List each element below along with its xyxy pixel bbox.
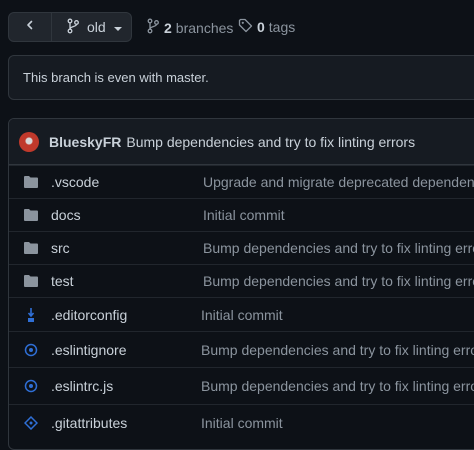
- eslint-file-icon: [23, 342, 39, 358]
- branches-count: 2: [164, 19, 172, 36]
- file-row[interactable]: test Bump dependencies and try to fix li…: [9, 264, 474, 297]
- latest-commit-header: BlueskyFR Bump dependencies and try to f…: [9, 119, 474, 165]
- back-button[interactable]: [9, 13, 52, 41]
- file-commit-message[interactable]: Bump dependencies and try to fix linting…: [203, 273, 474, 289]
- eslint-file-icon: [23, 378, 39, 394]
- git-file-icon: [23, 415, 39, 431]
- file-row[interactable]: .eslintrc.js Bump dependencies and try t…: [9, 367, 474, 404]
- tags-link[interactable]: 0 tags: [238, 18, 295, 36]
- editorconfig-file-icon: [23, 307, 39, 323]
- branches-label: branches: [175, 19, 234, 36]
- chevron-left-icon: [24, 18, 36, 36]
- branch-name: old: [87, 19, 106, 35]
- file-row[interactable]: .editorconfig Initial commit: [9, 297, 474, 331]
- branch-select-button[interactable]: old: [52, 13, 131, 41]
- file-name[interactable]: .editorconfig: [51, 307, 127, 323]
- file-commit-message[interactable]: Initial commit: [203, 207, 285, 223]
- file-row[interactable]: .vscode Upgrade and migrate deprecated d…: [9, 165, 474, 198]
- git-branch-icon: [66, 18, 80, 37]
- file-name[interactable]: .eslintignore: [51, 342, 127, 358]
- file-name[interactable]: .vscode: [51, 174, 99, 190]
- file-row[interactable]: .gitattributes Initial commit: [9, 404, 474, 441]
- branch-nav-group: old: [8, 12, 132, 42]
- commit-author[interactable]: BlueskyFR: [49, 134, 121, 150]
- commit-message[interactable]: Bump dependencies and try to fix linting…: [126, 134, 415, 150]
- file-commit-message[interactable]: Bump dependencies and try to fix linting…: [201, 378, 474, 394]
- tags-label: tags: [268, 19, 296, 35]
- file-commit-message[interactable]: Initial commit: [201, 415, 283, 431]
- file-row[interactable]: src Bump dependencies and try to fix lin…: [9, 231, 474, 264]
- tags-count: 0: [257, 19, 265, 35]
- branch-status-box: This branch is even with master.: [8, 55, 474, 100]
- file-row[interactable]: docs Initial commit: [9, 198, 474, 231]
- branch-toolbar: old 2 branches 0 tags: [0, 0, 474, 52]
- folder-icon: [23, 207, 39, 223]
- avatar[interactable]: [19, 131, 39, 152]
- folder-icon: [23, 273, 39, 289]
- file-name[interactable]: docs: [51, 207, 81, 223]
- branches-link[interactable]: 2 branches: [146, 18, 233, 37]
- branch-status-text: This branch is even with master.: [23, 70, 209, 85]
- file-row[interactable]: .eslintignore Bump dependencies and try …: [9, 331, 474, 367]
- caret-down-icon: [113, 19, 122, 35]
- file-commit-message[interactable]: Upgrade and migrate deprecated dependenc…: [203, 174, 474, 190]
- file-name[interactable]: src: [51, 240, 70, 256]
- git-branch-icon: [146, 18, 160, 37]
- file-commit-message[interactable]: Initial commit: [201, 307, 283, 323]
- file-name[interactable]: test: [51, 273, 74, 289]
- file-name[interactable]: .eslintrc.js: [51, 378, 113, 394]
- file-list: BlueskyFR Bump dependencies and try to f…: [8, 118, 474, 450]
- file-commit-message[interactable]: Bump dependencies and try to fix linting…: [203, 240, 474, 256]
- tag-icon: [238, 18, 253, 36]
- file-name[interactable]: .gitattributes: [51, 415, 127, 431]
- folder-icon: [23, 240, 39, 256]
- file-commit-message[interactable]: Bump dependencies and try to fix linting…: [201, 342, 474, 358]
- folder-icon: [23, 174, 39, 190]
